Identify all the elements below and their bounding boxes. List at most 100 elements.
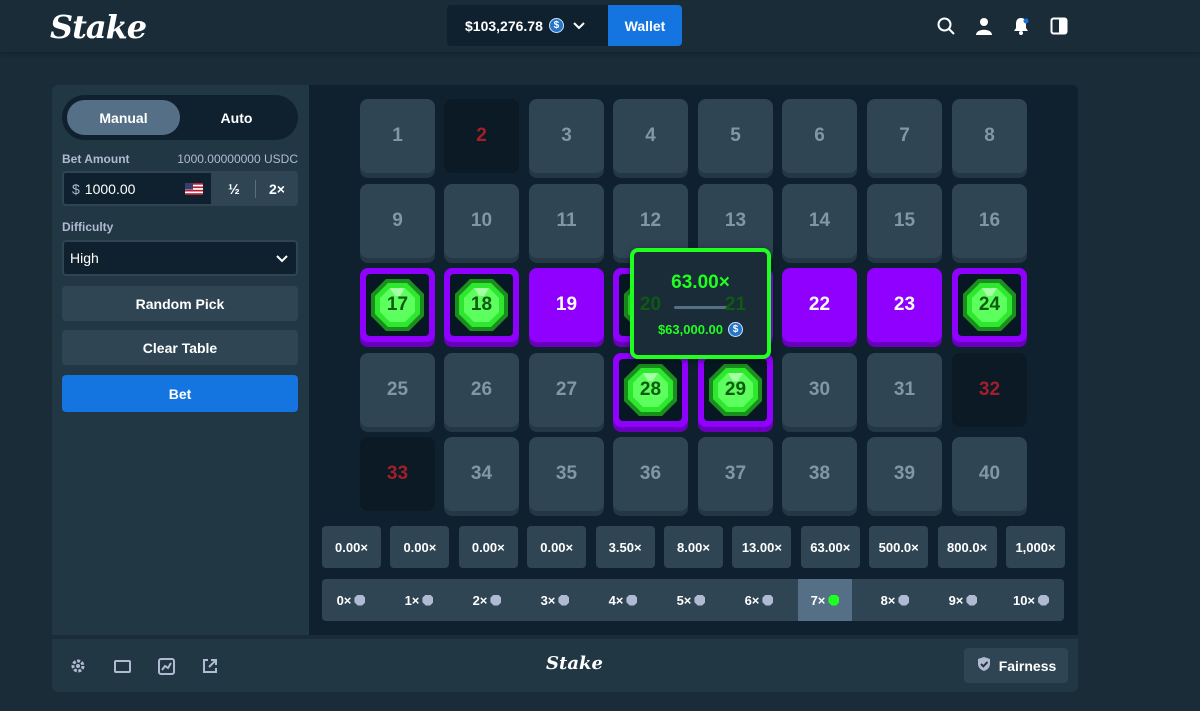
tile-13[interactable]: 13 [698, 184, 773, 258]
tile-number: 7 [899, 125, 910, 146]
balance-display[interactable]: $103,276.78 $ [447, 5, 608, 46]
tile-18[interactable]: 18 [444, 268, 519, 342]
tile-37[interactable]: 37 [698, 437, 773, 511]
hit-count-label: 2× [472, 592, 488, 608]
bet-button[interactable]: Bet [62, 375, 298, 412]
tile-27[interactable]: 27 [529, 353, 604, 427]
gem-icon [490, 594, 502, 606]
tile-14[interactable]: 14 [782, 184, 857, 258]
tile-38[interactable]: 38 [782, 437, 857, 511]
user-icon[interactable] [973, 15, 995, 37]
tile-31[interactable]: 31 [867, 353, 942, 427]
tile-9[interactable]: 9 [360, 184, 435, 258]
tile-35[interactable]: 35 [529, 437, 604, 511]
tile-17[interactable]: 17 [360, 268, 435, 342]
search-icon[interactable] [935, 15, 957, 37]
hit-count-cell: 8× [868, 579, 922, 621]
tile-8[interactable]: 8 [952, 99, 1027, 173]
tile-4[interactable]: 4 [613, 99, 688, 173]
tab-manual[interactable]: Manual [67, 100, 180, 135]
tile-12[interactable]: 12 [613, 184, 688, 258]
hit-count-cell: 0× [324, 579, 378, 621]
top-bar: Stake $103,276.78 $ Wallet [0, 0, 1200, 52]
tile-16[interactable]: 16 [952, 184, 1027, 258]
tile-28[interactable]: 28 [613, 353, 688, 427]
clear-table-button[interactable]: Clear Table [62, 330, 298, 365]
tile-number: 34 [470, 463, 493, 484]
tile-40[interactable]: 40 [952, 437, 1027, 511]
tile-number: 11 [556, 210, 577, 231]
payout-cell: 0.00× [458, 526, 518, 568]
tile-1[interactable]: 1 [360, 99, 435, 173]
tile-26[interactable]: 26 [444, 353, 519, 427]
gem-icon [828, 594, 840, 606]
bet-amount-field[interactable]: $ 1000.00 [62, 171, 213, 206]
tile-2[interactable]: 2 [444, 99, 519, 173]
tile-10[interactable]: 10 [444, 184, 519, 258]
bet-amount-label: Bet Amount [62, 152, 130, 166]
payout-cell: 1,000× [1006, 526, 1065, 568]
tile-25[interactable]: 25 [360, 353, 435, 427]
tile-23[interactable]: 23 [867, 268, 942, 342]
hits-row: 0× 1× 2× 3× 4× 5× 6× 7× 8× 9× 10× [322, 579, 1064, 621]
sidebar-toggle-icon[interactable] [1048, 15, 1070, 37]
tile-30[interactable]: 30 [782, 353, 857, 427]
tile-number: 14 [808, 210, 831, 231]
tile-number: 29 [724, 379, 747, 400]
tile-number: 15 [893, 210, 916, 231]
tile-number: 23 [893, 294, 916, 315]
settings-icon[interactable] [68, 656, 88, 676]
payout-cell: 0.00× [527, 526, 587, 568]
payout-cell: 13.00× [732, 526, 792, 568]
popout-icon[interactable] [200, 656, 220, 676]
bet-amount-label-row: Bet Amount 1000.00000000 USDC [62, 152, 298, 166]
usdc-coin-icon: $ [728, 322, 744, 337]
bet-amount-crypto: 1000.00000000 USDC [177, 152, 298, 166]
tile-number: 28 [639, 379, 662, 400]
tile-number: 24 [978, 294, 1001, 315]
tile-32[interactable]: 32 [952, 353, 1027, 427]
bet-amount-value: 1000.00 [84, 180, 136, 197]
tile-36[interactable]: 36 [613, 437, 688, 511]
tile-number: 18 [470, 294, 493, 315]
hit-count-label: 8× [880, 592, 896, 608]
double-bet-button[interactable]: 2× [256, 171, 298, 206]
half-bet-button[interactable]: ½ [213, 171, 255, 206]
hit-count-cell: 6× [732, 579, 786, 621]
wallet-button[interactable]: Wallet [608, 5, 682, 46]
tile-11[interactable]: 11 [529, 184, 604, 258]
hit-count-cell: 3× [528, 579, 582, 621]
fairness-button[interactable]: Fairness [964, 648, 1068, 683]
tile-34[interactable]: 34 [444, 437, 519, 511]
gem-icon [558, 594, 570, 606]
tile-number: 33 [386, 463, 409, 484]
difficulty-select[interactable]: High [62, 240, 298, 276]
tile-15[interactable]: 15 [867, 184, 942, 258]
random-pick-button[interactable]: Random Pick [62, 286, 298, 321]
game-frame: Manual Auto Bet Amount 1000.00000000 USD… [52, 85, 1078, 635]
gem-icon [422, 594, 434, 606]
hit-count-cell: 2× [460, 579, 514, 621]
theatre-mode-icon[interactable] [112, 656, 132, 676]
us-flag-icon[interactable] [185, 182, 203, 195]
tile-29[interactable]: 29 [698, 353, 773, 427]
win-payout: $63,000.00 [657, 322, 724, 337]
tile-22[interactable]: 22 [782, 268, 857, 342]
hit-count-cell: 7× [798, 579, 852, 621]
tile-33[interactable]: 33 [360, 437, 435, 511]
hit-count-label: 0× [336, 592, 352, 608]
notification-icon[interactable] [1010, 15, 1032, 37]
gem-icon [626, 594, 638, 606]
tile-19[interactable]: 19 [529, 268, 604, 342]
tile-number: 38 [808, 463, 831, 484]
live-stats-icon[interactable] [156, 656, 176, 676]
tile-24[interactable]: 24 [952, 268, 1027, 342]
tile-5[interactable]: 5 [698, 99, 773, 173]
tile-39[interactable]: 39 [867, 437, 942, 511]
tab-auto[interactable]: Auto [180, 100, 293, 135]
payout-cell: 63.00× [800, 526, 860, 568]
tile-6[interactable]: 6 [782, 99, 857, 173]
tile-7[interactable]: 7 [867, 99, 942, 173]
tile-3[interactable]: 3 [529, 99, 604, 173]
stake-logo[interactable]: Stake [50, 8, 147, 46]
